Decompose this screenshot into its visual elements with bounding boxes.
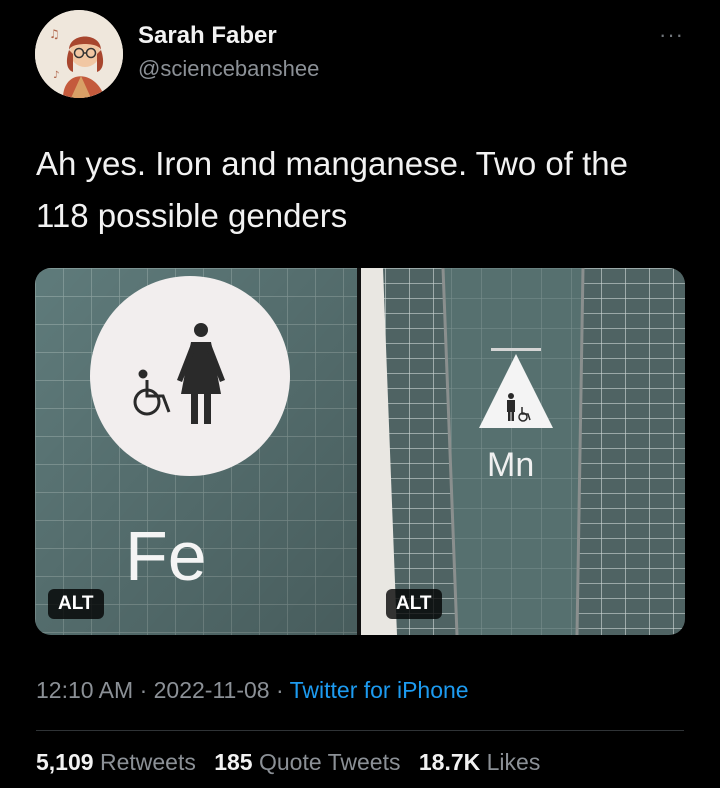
- media-photo-mn[interactable]: Mn ALT: [361, 268, 685, 635]
- retweets-stat[interactable]: 5,109 Retweets: [36, 749, 208, 775]
- photo-fe-image: Fe: [35, 268, 357, 635]
- more-icon[interactable]: ···: [659, 22, 684, 48]
- retweets-label: Retweets: [99, 749, 196, 775]
- quote-tweets-count: 185: [214, 749, 253, 775]
- alt-badge[interactable]: ALT: [48, 589, 104, 619]
- meta-separator: ·: [133, 677, 154, 703]
- avatar[interactable]: ♫ ♪: [35, 10, 123, 98]
- avatar-illustration: ♫ ♪: [35, 10, 123, 98]
- quote-tweets-stat[interactable]: 185 Quote Tweets: [214, 749, 412, 775]
- photo-mn-image: Mn: [361, 268, 685, 635]
- tweet-date[interactable]: 2022-11-08: [154, 677, 270, 703]
- tweet-time[interactable]: 12:10 AM: [36, 677, 133, 703]
- media-grid: Fe ALT Mn ALT: [35, 268, 685, 635]
- sign-label-mn: Mn: [487, 446, 534, 484]
- engagement-stats: 5,109 Retweets 185 Quote Tweets 18.7K Li…: [36, 749, 552, 776]
- user-handle[interactable]: @sciencebanshee: [138, 56, 319, 82]
- retweets-count: 5,109: [36, 749, 94, 775]
- display-name[interactable]: Sarah Faber: [138, 22, 277, 50]
- svg-text:♪: ♪: [53, 70, 59, 81]
- meta-separator: ·: [269, 677, 290, 703]
- likes-count: 18.7K: [418, 749, 481, 775]
- tweet-source[interactable]: Twitter for iPhone: [290, 677, 469, 703]
- likes-stat[interactable]: 18.7K Likes: [419, 749, 552, 775]
- tweet-text: Ah yes. Iron and manganese. Two of the 1…: [36, 145, 628, 234]
- sign-label-fe: Fe: [125, 517, 207, 595]
- likes-label: Likes: [486, 749, 541, 775]
- tweet-meta: 12:10 AM · 2022-11-08 · Twitter for iPho…: [36, 677, 469, 704]
- alt-badge[interactable]: ALT: [386, 589, 442, 619]
- svg-text:♫: ♫: [49, 27, 60, 41]
- quote-tweets-label: Quote Tweets: [258, 749, 401, 775]
- media-photo-fe[interactable]: Fe ALT: [35, 268, 357, 635]
- divider: [36, 730, 684, 731]
